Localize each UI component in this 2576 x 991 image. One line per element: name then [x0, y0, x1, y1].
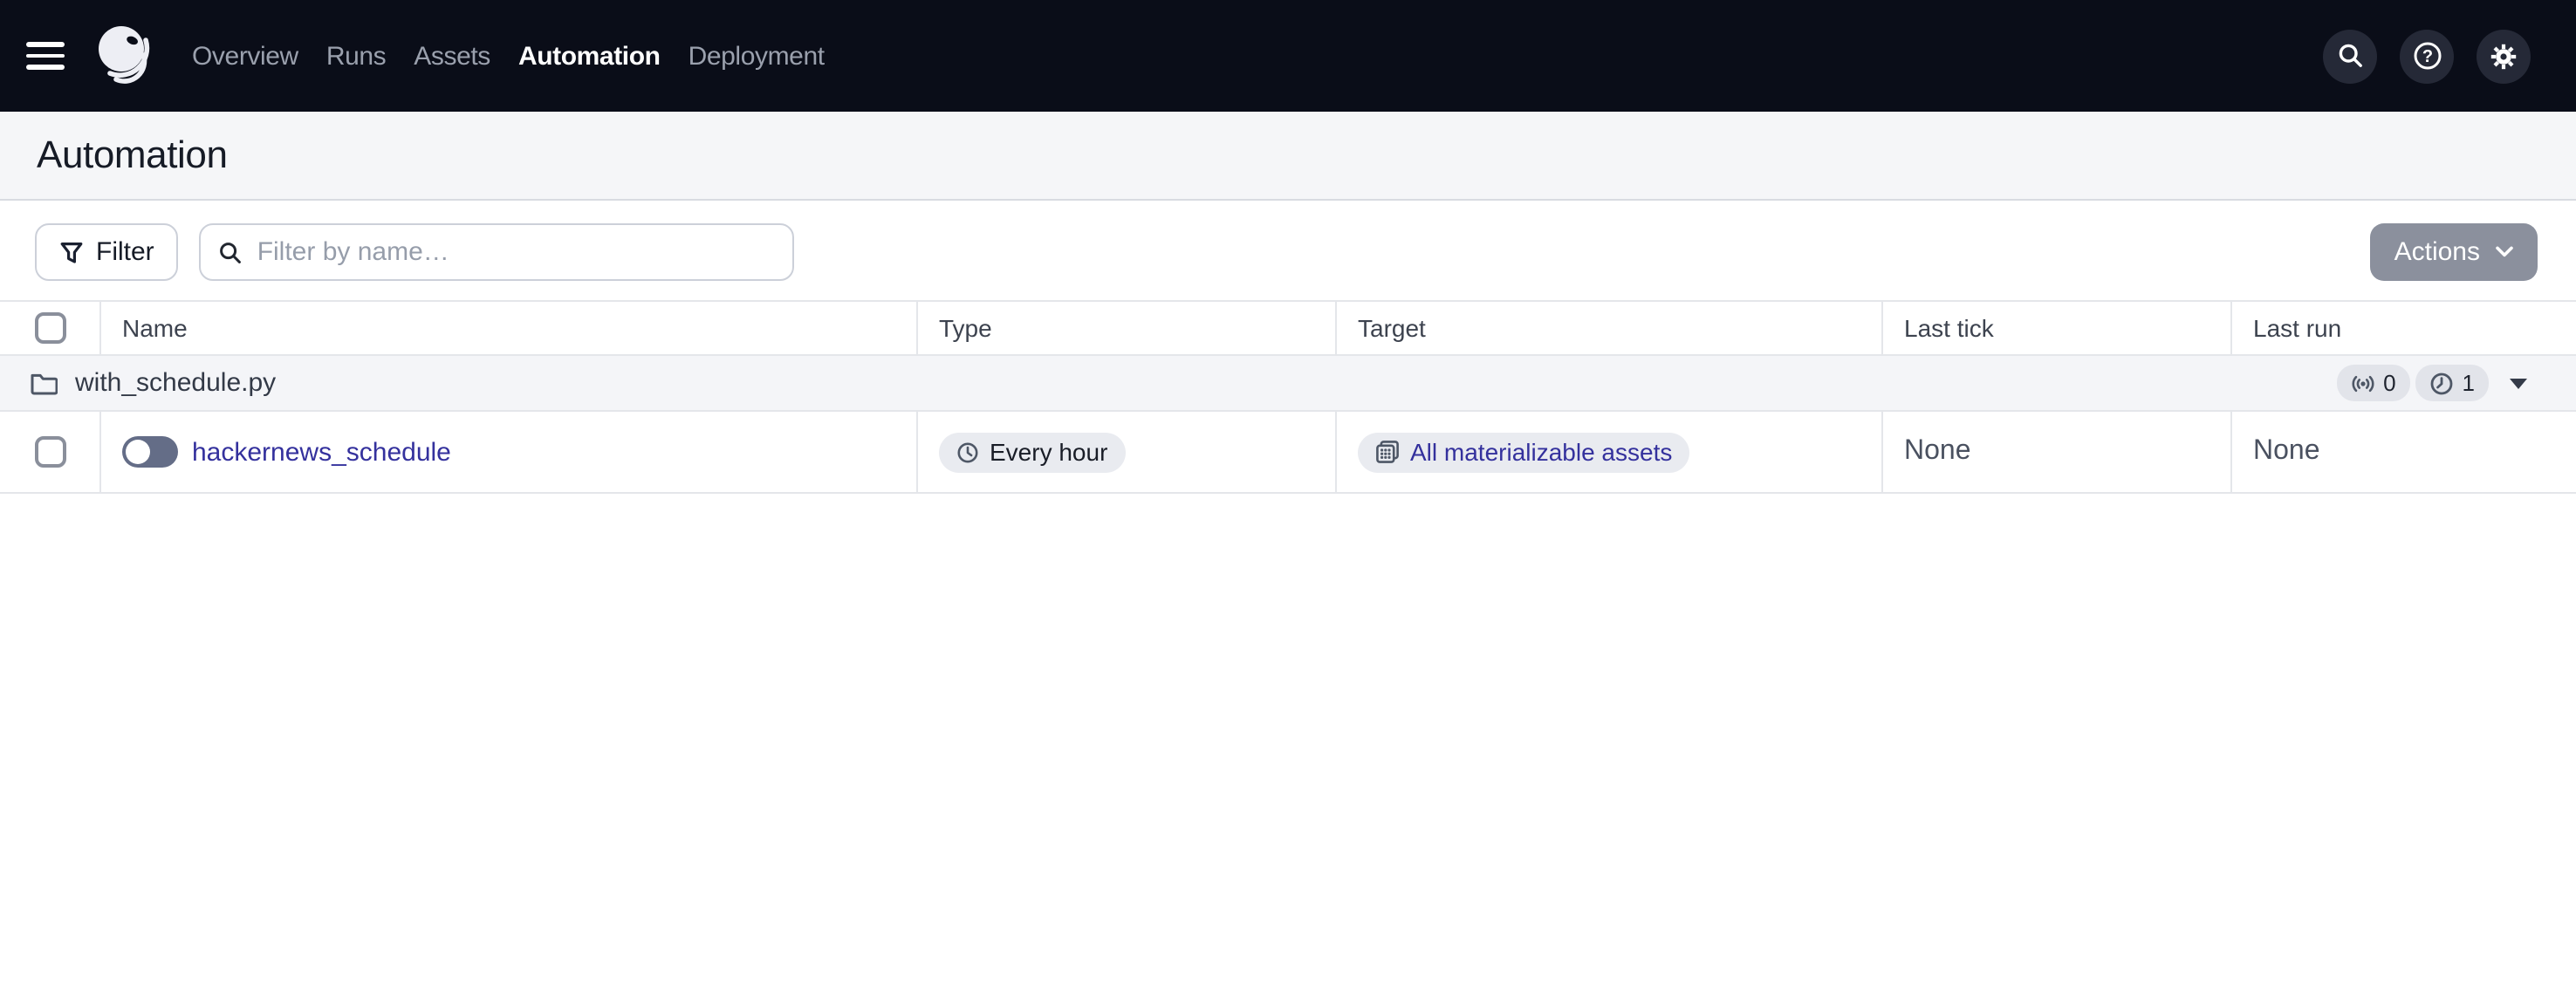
- nav-deployment[interactable]: Deployment: [689, 41, 825, 71]
- schedule-name-link[interactable]: hackernews_schedule: [192, 437, 451, 467]
- hamburger-menu-icon[interactable]: [19, 30, 72, 82]
- schedule-enable-toggle[interactable]: [122, 436, 178, 468]
- name-filter-input[interactable]: [257, 237, 776, 267]
- col-header-name: Name: [99, 302, 916, 354]
- schedule-type-label: Every hour: [990, 438, 1108, 466]
- automation-page: Overview Runs Assets Automation Deployme…: [0, 0, 2576, 991]
- toolbar: Filter Actions: [0, 201, 2576, 300]
- page-title: Automation: [37, 133, 228, 176]
- name-cell: hackernews_schedule: [99, 412, 916, 492]
- topbar-actions: ?: [2323, 29, 2531, 83]
- top-navigation-bar: Overview Runs Assets Automation Deployme…: [0, 0, 2576, 112]
- group-row-badges: 0 1: [2336, 365, 2527, 401]
- settings-gear-icon[interactable]: [2477, 29, 2531, 83]
- asset-group-icon: [1376, 441, 1399, 463]
- sensor-count: 0: [2383, 370, 2396, 396]
- clock-icon: [2430, 372, 2452, 394]
- chevron-down-icon: [2496, 246, 2513, 257]
- type-cell: Every hour: [916, 412, 1335, 492]
- filter-button-label: Filter: [96, 237, 154, 267]
- dagster-logo-icon[interactable]: [94, 17, 161, 94]
- table-header-row: Name Type Target Last tick Last run: [0, 300, 2576, 356]
- filter-funnel-icon: [60, 242, 83, 263]
- name-filter-field[interactable]: [199, 223, 795, 281]
- last-run-value: None: [2230, 412, 2576, 492]
- schedule-type-badge: Every hour: [939, 432, 1126, 472]
- target-badge[interactable]: All materializable assets: [1358, 432, 1690, 472]
- col-header-last-tick: Last tick: [1881, 302, 2230, 354]
- col-header-last-run: Last run: [2230, 302, 2576, 354]
- search-icon: [220, 242, 242, 263]
- filter-button[interactable]: Filter: [35, 223, 179, 281]
- col-header-target: Target: [1335, 302, 1881, 354]
- nav-overview[interactable]: Overview: [192, 41, 298, 71]
- expand-caret-icon[interactable]: [2510, 378, 2527, 388]
- nav-assets[interactable]: Assets: [414, 41, 490, 71]
- target-cell: All materializable assets: [1335, 412, 1881, 492]
- actions-button[interactable]: Actions: [2369, 223, 2538, 281]
- folder-icon: [31, 372, 58, 394]
- toggle-knob: [126, 440, 150, 464]
- sensor-count-badge: 0: [2336, 365, 2410, 401]
- nav-runs[interactable]: Runs: [326, 41, 387, 71]
- col-header-type: Type: [916, 302, 1335, 354]
- select-all-checkbox[interactable]: [34, 312, 65, 344]
- row-checkbox[interactable]: [34, 436, 65, 468]
- group-name: with_schedule.py: [75, 368, 277, 398]
- target-label: All materializable assets: [1410, 438, 1673, 466]
- svg-text:?: ?: [2422, 47, 2432, 66]
- schedule-count: 1: [2462, 370, 2475, 396]
- group-row-with-schedule[interactable]: with_schedule.py 0 1: [0, 356, 2576, 412]
- schedule-count-badge: 1: [2415, 365, 2489, 401]
- clock-icon: [957, 441, 978, 462]
- last-tick-value: None: [1881, 412, 2230, 492]
- table-row: hackernews_schedule Every hour All mater…: [0, 412, 2576, 494]
- sensor-icon: [2351, 374, 2374, 392]
- search-icon[interactable]: [2323, 29, 2377, 83]
- help-icon[interactable]: ?: [2400, 29, 2454, 83]
- automation-table: Name Type Target Last tick Last run with…: [0, 300, 2576, 494]
- nav-automation[interactable]: Automation: [518, 41, 661, 71]
- page-title-band: Automation: [0, 112, 2576, 201]
- main-nav: Overview Runs Assets Automation Deployme…: [192, 41, 825, 71]
- actions-button-label: Actions: [2394, 237, 2480, 267]
